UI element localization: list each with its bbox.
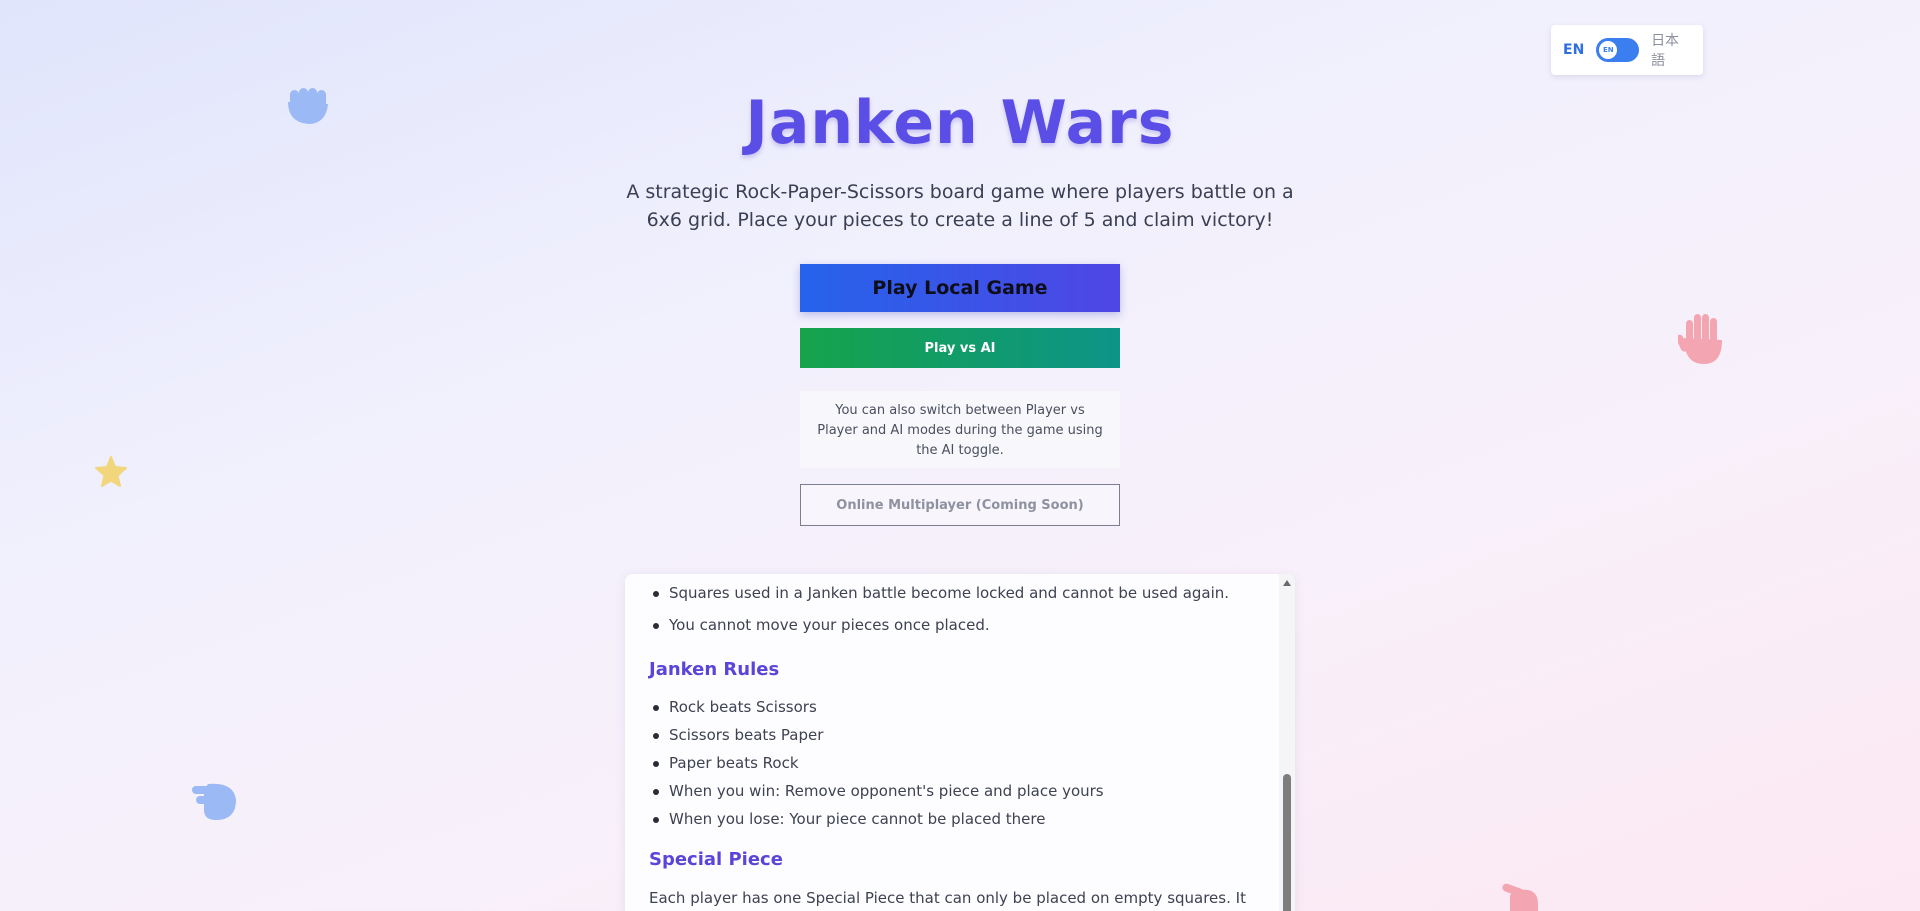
english-label[interactable]: EN [1563,42,1584,58]
language-switch[interactable]: EN [1596,38,1640,62]
list-item: Rock beats Scissors [649,696,1269,724]
page-title: Janken Wars [745,88,1175,158]
pointing-hand-icon [192,783,236,820]
scissors-hand-icon [1502,883,1538,911]
rules-content: Squares used in a Janken battle become l… [649,582,1269,911]
janken-rules-heading: Janken Rules [649,659,780,680]
online-multiplayer-button[interactable]: Online Multiplayer (Coming Soon) [800,484,1120,526]
play-local-game-button[interactable]: Play Local Game [800,264,1120,312]
scroll-up-arrow-icon[interactable] [1283,580,1291,586]
list-item: Paper beats Rock [649,752,1269,780]
special-piece-heading: Special Piece [649,849,783,870]
list-item: When you lose: Your piece cannot be plac… [649,808,1269,836]
list-item: You cannot move your pieces once placed. [649,614,1269,646]
japanese-label[interactable]: 日本語 [1651,30,1691,70]
language-toggle[interactable]: EN EN 日本語 [1551,25,1703,75]
special-piece-text: Each player has one Special Piece that c… [649,889,1246,907]
janken-rules-list: Rock beats Scissors Scissors beats Paper… [649,696,1269,836]
rules-panel[interactable]: Squares used in a Janken battle become l… [625,574,1295,911]
rules-scrollbar[interactable] [1279,574,1295,911]
switch-knob: EN [1599,41,1618,59]
ai-mode-note: You can also switch between Player vs Pl… [800,391,1120,468]
star-icon [95,456,127,487]
play-vs-ai-button[interactable]: Play vs AI [800,328,1120,368]
scroll-thumb[interactable] [1283,774,1291,911]
list-item: When you win: Remove opponent's piece an… [649,780,1269,808]
list-item: Scissors beats Paper [649,724,1269,752]
page-subtitle: A strategic Rock-Paper-Scissors board ga… [626,181,1294,231]
paper-hand-icon [1678,314,1722,364]
general-rules-list: Squares used in a Janken battle become l… [649,582,1269,646]
list-item: Squares used in a Janken battle become l… [649,582,1269,614]
